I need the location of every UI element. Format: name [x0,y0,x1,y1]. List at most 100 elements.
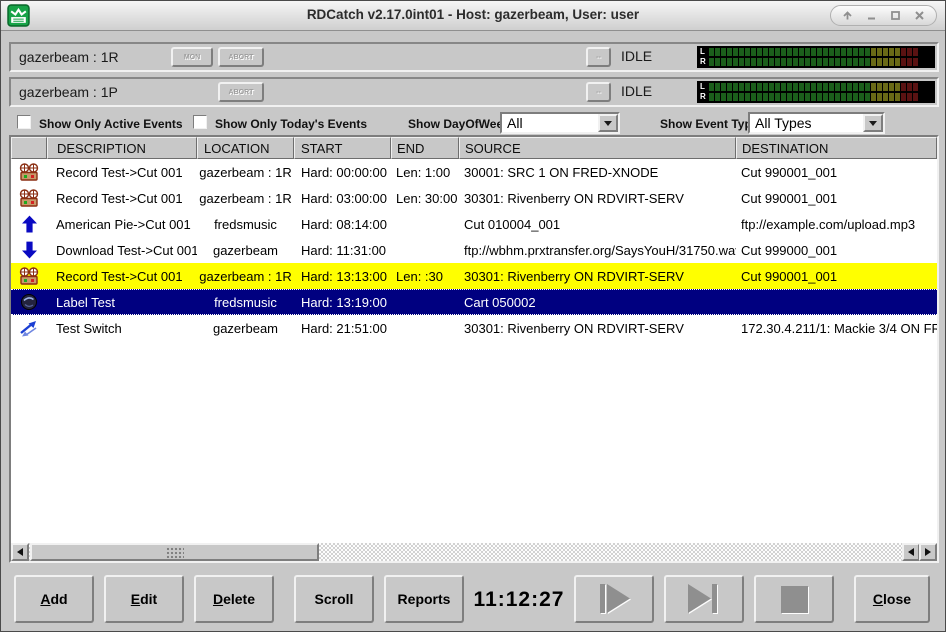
meter-left-label: L [700,83,709,91]
event-location: gazerbeam : 1R [197,269,294,284]
header-end: END [391,137,459,159]
horizontal-scrollbar[interactable] [11,543,937,561]
event-source: 30301: Rivenberry ON RDVIRT-SERV [459,321,736,336]
event-destination: 172.30.4.211/1: Mackie 3/4 ON FRE [736,321,937,336]
stop-button[interactable] [754,575,834,623]
event-description: Record Test->Cut 001 [47,165,197,180]
scroll-button[interactable]: Scroll [294,575,374,623]
chevron-down-icon[interactable] [598,114,618,132]
show-active-label: Show Only Active Events [39,117,183,131]
chevron-down-icon[interactable] [863,114,883,132]
day-of-week-select[interactable]: All [500,112,620,134]
event-destination: Cut 990001_001 [736,191,937,206]
event-destination: Cut 990001_001 [736,269,937,284]
header-location: LOCATION [197,137,294,159]
event-location: fredsmusic [197,295,294,310]
play-deck-name: gazerbeam : 1P [19,84,118,100]
event-row-selected[interactable]: Label Test fredsmusic Hard: 13:19:00 Car… [11,289,937,315]
event-source: 30001: SRC 1 ON FRED-XNODE [459,165,736,180]
event-location: fredsmusic [197,217,294,232]
meter-left-leds [709,83,919,91]
event-end: Len: 1:00 [391,165,459,180]
header-start: START [294,137,391,159]
scroll-right-button[interactable] [919,543,937,561]
event-type-select[interactable]: All Types [748,112,885,134]
edit-button[interactable]: Edit [104,575,184,623]
event-row[interactable]: Record Test->Cut 001 gazerbeam : 1R Hard… [11,159,937,185]
abort-play-button[interactable]: ABORT [218,82,264,102]
wall-clock: 11:12:27 [469,588,569,612]
record-event-icon [11,189,47,207]
header-destination: DESTINATION [736,137,937,159]
play-deck-panel: gazerbeam : 1P ABORT -- IDLE L R [9,77,939,107]
event-row[interactable]: Record Test->Cut 001 gazerbeam : 1R Hard… [11,185,937,211]
event-source: 30301: Rivenberry ON RDVIRT-SERV [459,269,736,284]
play-icon [595,582,633,616]
rdcatch-window: RDCatch v2.17.0int01 - Host: gazerbeam, … [0,0,946,632]
event-location: gazerbeam : 1R [197,191,294,206]
skip-to-end-icon [685,582,723,616]
event-description: Download Test->Cut 001 [47,243,197,258]
event-source: Cut 010004_001 [459,217,736,232]
event-description: Record Test->Cut 001 [47,191,197,206]
header-source: SOURCE [459,137,736,159]
record-deck-panel: gazerbeam : 1R MON ABORT -- IDLE L R [9,42,939,72]
record-deck-status: IDLE [621,48,652,64]
macro-event-icon [11,293,47,311]
monitor-button[interactable]: MON [171,47,213,67]
scroll-left-button-2[interactable] [902,543,920,561]
download-event-icon [11,241,47,259]
event-start: Hard: 11:31:00 [294,243,391,258]
event-start: Hard: 13:19:00 [294,295,391,310]
event-row[interactable]: Download Test->Cut 001 gazerbeam Hard: 1… [11,237,937,263]
play-next-button[interactable] [664,575,744,623]
show-today-checkbox[interactable] [193,115,207,129]
abort-record-button[interactable]: ABORT [218,47,264,67]
scroll-left-button[interactable] [11,543,29,561]
play-deck-status: IDLE [621,83,652,99]
event-location: gazerbeam [197,321,294,336]
delete-button[interactable]: Delete [194,575,274,623]
meter-right-label: R [700,58,709,66]
header-description: DESCRIPTION [47,137,197,159]
meter-right-leds [709,93,919,101]
record-deck-name: gazerbeam : 1R [19,49,119,65]
close-window-button[interactable] [914,10,925,21]
stop-icon [777,582,811,616]
scrollbar-thumb[interactable] [30,543,319,561]
show-active-checkbox[interactable] [17,115,31,129]
event-source: 30301: Rivenberry ON RDVIRT-SERV [459,191,736,206]
shade-button[interactable] [842,10,853,21]
event-row-next[interactable]: Record Test->Cut 001 gazerbeam : 1R Hard… [11,263,937,289]
show-today-label: Show Only Today's Events [215,117,367,131]
record-event-icon [11,163,47,181]
close-button[interactable]: Close [854,575,930,623]
event-start: Hard: 21:51:00 [294,321,391,336]
event-source: Cart 050002 [459,295,736,310]
event-type-value: All Types [755,115,812,131]
play-button[interactable] [574,575,654,623]
reports-button[interactable]: Reports [384,575,464,623]
add-button[interactable]: Add [14,575,94,623]
event-list-header: DESCRIPTION LOCATION START END SOURCE DE… [11,137,937,159]
maximize-button[interactable] [890,10,901,21]
event-start: Hard: 03:00:00 [294,191,391,206]
event-source: ftp://wbhm.prxtransfer.org/SaysYouH/3175… [459,243,736,258]
header-icon-column [11,137,47,159]
record-monitor-toggle-button[interactable]: -- [586,47,611,67]
event-description: Record Test->Cut 001 [47,269,197,284]
switch-event-icon [11,320,47,337]
minimize-button[interactable] [866,10,877,21]
meter-right-label: R [700,93,709,101]
event-row[interactable]: Test Switch gazerbeam Hard: 21:51:00 303… [11,315,937,341]
event-row[interactable]: American Pie->Cut 001 fredsmusic Hard: 0… [11,211,937,237]
meter-left-label: L [700,48,709,56]
event-location: gazerbeam : 1R [197,165,294,180]
upload-event-icon [11,215,47,233]
titlebar[interactable]: RDCatch v2.17.0int01 - Host: gazerbeam, … [1,1,945,31]
event-description: American Pie->Cut 001 [47,217,197,232]
record-event-icon [11,267,47,285]
day-of-week-label: Show DayOfWeek: [408,117,514,131]
window-title: RDCatch v2.17.0int01 - Host: gazerbeam, … [1,7,945,22]
play-monitor-toggle-button[interactable]: -- [586,82,611,102]
